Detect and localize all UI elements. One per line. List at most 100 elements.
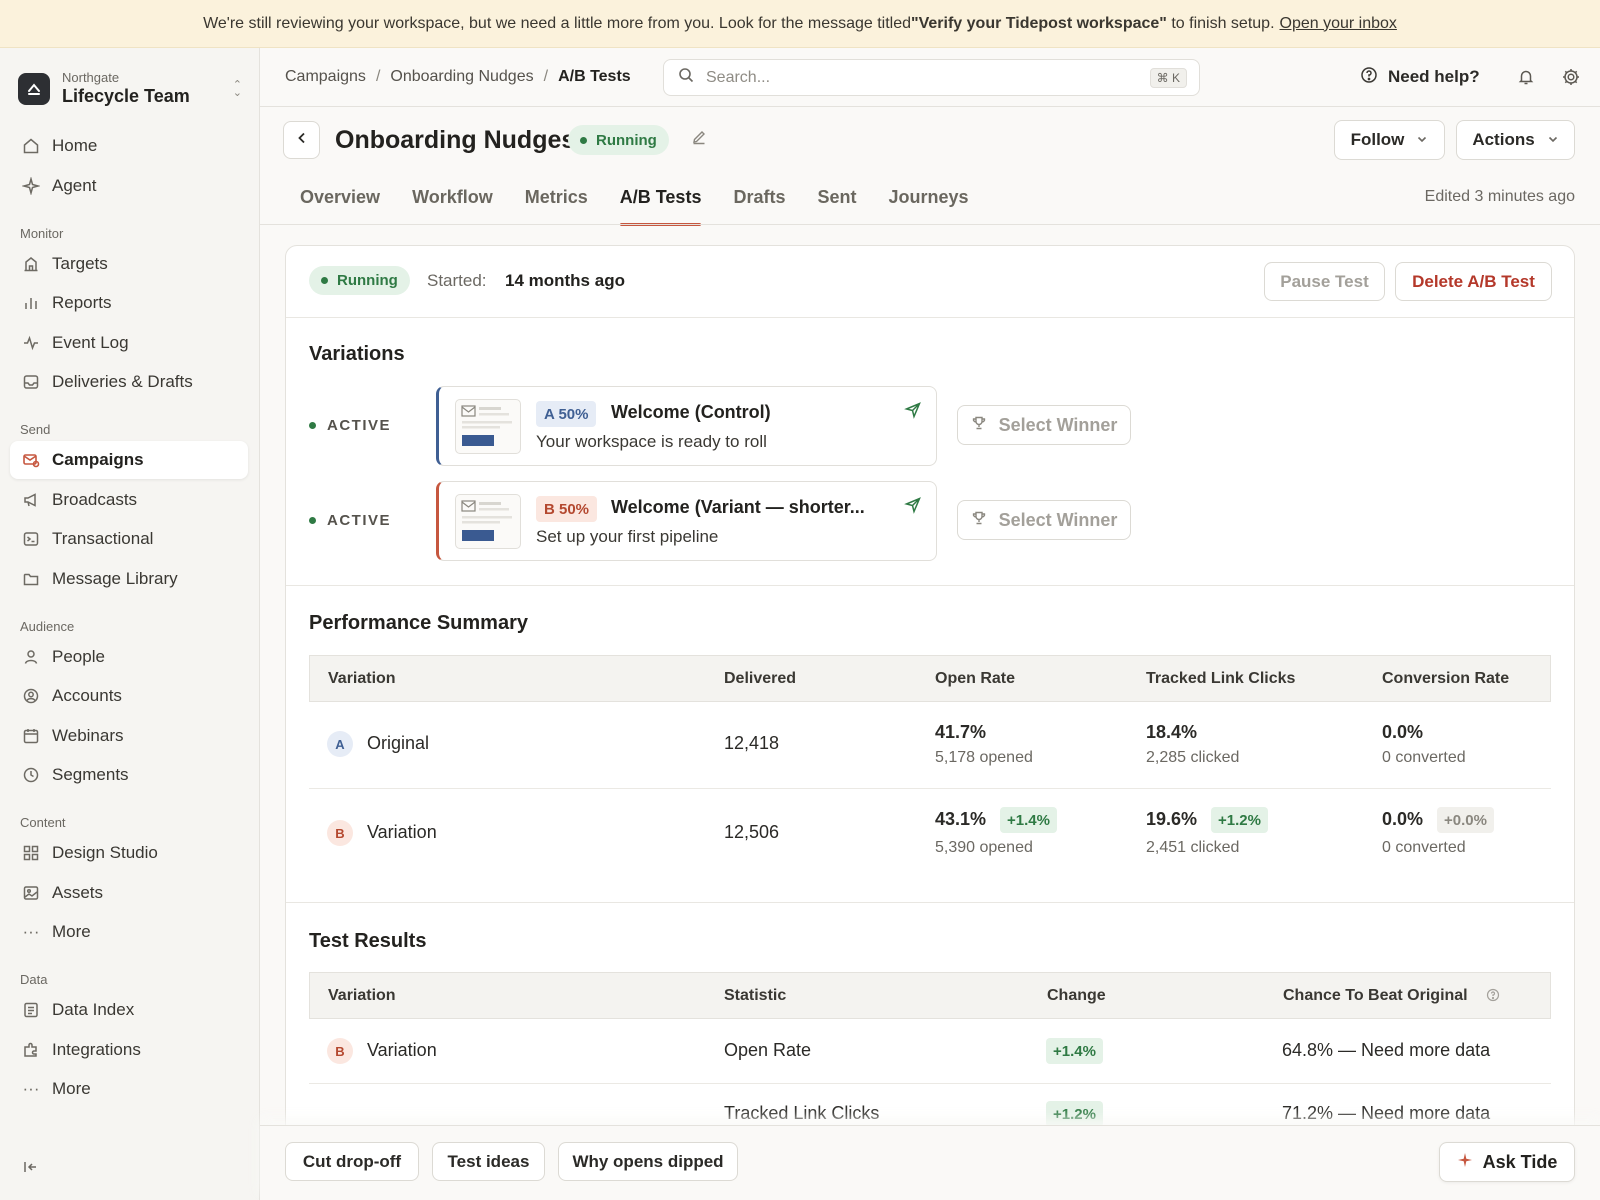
sidebar-item-label: Campaigns: [52, 450, 144, 469]
select-winner-b-button[interactable]: Select Winner: [957, 500, 1131, 540]
sidebar-item-more-content[interactable]: ··· More: [10, 913, 248, 951]
megaphone-icon: [20, 489, 42, 511]
send-icon: [904, 401, 922, 424]
sidebar-item-segments[interactable]: Segments: [10, 756, 248, 794]
sidebar-item-webinars[interactable]: Webinars: [10, 717, 248, 755]
variation-a-card[interactable]: A 50% Welcome (Control) Your workspace i…: [436, 386, 937, 466]
bell-icon[interactable]: [1514, 65, 1538, 89]
tab-sent[interactable]: Sent: [801, 180, 872, 226]
tab-workflow[interactable]: Workflow: [396, 180, 509, 226]
sidebar-item-integrations[interactable]: Integrations: [10, 1031, 248, 1069]
breadcrumb-onboarding-nudges[interactable]: Onboarding Nudges: [390, 68, 533, 86]
bar-chart-icon: [20, 292, 42, 314]
need-help-button[interactable]: Need help?: [1360, 48, 1480, 106]
column-header: Tracked Link Clicks: [1146, 670, 1296, 687]
delivered-value: 12,418: [724, 733, 780, 753]
calendar-icon: [20, 725, 42, 747]
suggestion-test-ideas[interactable]: Test ideas: [432, 1142, 545, 1181]
sidebar-item-label: Broadcasts: [52, 489, 138, 509]
person-icon: [20, 646, 42, 668]
sidebar-item-targets[interactable]: Targets: [10, 245, 248, 283]
sidebar-section-data: Data: [20, 972, 48, 987]
sidebar-item-people[interactable]: People: [10, 638, 248, 676]
ellipsis-icon: ···: [22, 922, 40, 941]
sidebar-item-deliveries[interactable]: Deliveries & Drafts: [10, 363, 248, 401]
variation-b-subject: Set up your first pipeline: [536, 527, 719, 546]
pause-test-button[interactable]: Pause Test: [1264, 262, 1385, 301]
sidebar-item-design-studio[interactable]: Design Studio: [10, 834, 248, 872]
search-input[interactable]: [706, 68, 1126, 87]
search-box[interactable]: ⌘ K: [663, 59, 1200, 96]
email-thumbnail-icon: [455, 494, 521, 549]
open-rate-value: 43.1%: [935, 809, 987, 829]
account-circle-icon: [20, 685, 42, 707]
sparkle-icon: [1457, 1152, 1473, 1173]
column-header: Delivered: [724, 670, 797, 687]
sidebar-section-send: Send: [20, 422, 51, 437]
status-dot: [309, 422, 316, 429]
tab-ab-tests[interactable]: A/B Tests: [604, 180, 718, 226]
open-rate-delta: +1.4%: [1000, 807, 1057, 833]
sidebar-item-campaigns[interactable]: Campaigns: [10, 441, 248, 479]
tab-bar: Overview Workflow Metrics A/B Tests Draf…: [284, 180, 985, 226]
gear-icon[interactable]: [1559, 65, 1583, 89]
breadcrumb-campaigns[interactable]: Campaigns: [285, 68, 366, 86]
tab-overview[interactable]: Overview: [284, 180, 396, 226]
back-button[interactable]: [283, 121, 320, 159]
banner-text: We're still reviewing your workspace, bu…: [203, 14, 912, 32]
collapse-sidebar-icon[interactable]: [22, 1158, 40, 1181]
clock-icon: [20, 764, 42, 786]
change-delta: +1.4%: [1046, 1038, 1103, 1064]
select-winner-label: Select Winner: [998, 414, 1118, 435]
converted-count: 0 converted: [1382, 749, 1466, 766]
clicks-delta: +1.2%: [1211, 807, 1268, 833]
ask-tide-label: Ask Tide: [1482, 1151, 1558, 1172]
tab-drafts[interactable]: Drafts: [717, 180, 801, 226]
tab-journeys[interactable]: Journeys: [872, 180, 984, 226]
status-dot: [309, 517, 316, 524]
sidebar-item-event-log[interactable]: Event Log: [10, 324, 248, 362]
variation-b-card[interactable]: B 50% Welcome (Variant — shorter... Set …: [436, 481, 937, 561]
delete-ab-test-button[interactable]: Delete A/B Test: [1395, 262, 1552, 301]
tab-metrics[interactable]: Metrics: [509, 180, 604, 226]
open-inbox-link[interactable]: Open your inbox: [1280, 15, 1397, 33]
actions-button[interactable]: Actions: [1456, 120, 1575, 160]
sidebar-item-broadcasts[interactable]: Broadcasts: [10, 481, 248, 519]
sidebar-item-more-data[interactable]: ··· More: [10, 1070, 248, 1108]
email-thumbnail-icon: [455, 399, 521, 454]
puzzle-icon: [20, 1039, 42, 1061]
sidebar-item-transactional[interactable]: Transactional: [10, 520, 248, 558]
column-header: Statistic: [724, 987, 787, 1004]
sidebar-item-data-index[interactable]: Data Index: [10, 991, 248, 1029]
info-icon[interactable]: [1486, 988, 1500, 1007]
variation-name: Variation: [367, 1040, 437, 1060]
sidebar-item-home[interactable]: Home: [10, 127, 248, 165]
pencil-icon[interactable]: [691, 129, 707, 150]
sidebar-item-agent[interactable]: Agent: [10, 167, 248, 205]
sidebar-item-label: Assets: [52, 882, 104, 902]
variation-b-status: ACTIVE: [309, 512, 391, 529]
started-label: Started:: [427, 271, 487, 290]
terminal-icon: [20, 528, 42, 550]
sidebar-item-message-library[interactable]: Message Library: [10, 560, 248, 598]
variation-a-tag: A 50%: [536, 401, 597, 427]
workspace-switcher[interactable]: Northgate Lifecycle Team ⌃ ⌄: [18, 69, 242, 109]
clicked-count: 2,285 clicked: [1146, 749, 1240, 766]
status-badge: Running: [568, 125, 669, 155]
sidebar-item-accounts[interactable]: Accounts: [10, 677, 248, 715]
select-winner-a-button[interactable]: Select Winner: [957, 405, 1131, 445]
image-icon: [20, 882, 42, 904]
ask-tide-button[interactable]: Ask Tide: [1439, 1142, 1575, 1182]
column-header: Open Rate: [935, 670, 1016, 687]
sidebar-item-assets[interactable]: Assets: [10, 874, 248, 912]
clicks-value: 18.4%: [1146, 722, 1198, 742]
top-header: Campaigns / Onboarding Nudges / A/B Test…: [260, 48, 1600, 106]
sidebar-item-label: Deliveries & Drafts: [52, 372, 193, 391]
column-header: Variation: [328, 670, 396, 687]
suggestion-why-opens-dipped[interactable]: Why opens dipped: [558, 1142, 738, 1181]
sidebar-item-reports[interactable]: Reports: [10, 284, 248, 322]
sidebar-item-label: Targets: [52, 253, 108, 273]
follow-button[interactable]: Follow: [1334, 120, 1445, 160]
test-status-badge: Running: [309, 266, 410, 295]
suggestion-cut-drop-off[interactable]: Cut drop-off: [285, 1142, 419, 1181]
